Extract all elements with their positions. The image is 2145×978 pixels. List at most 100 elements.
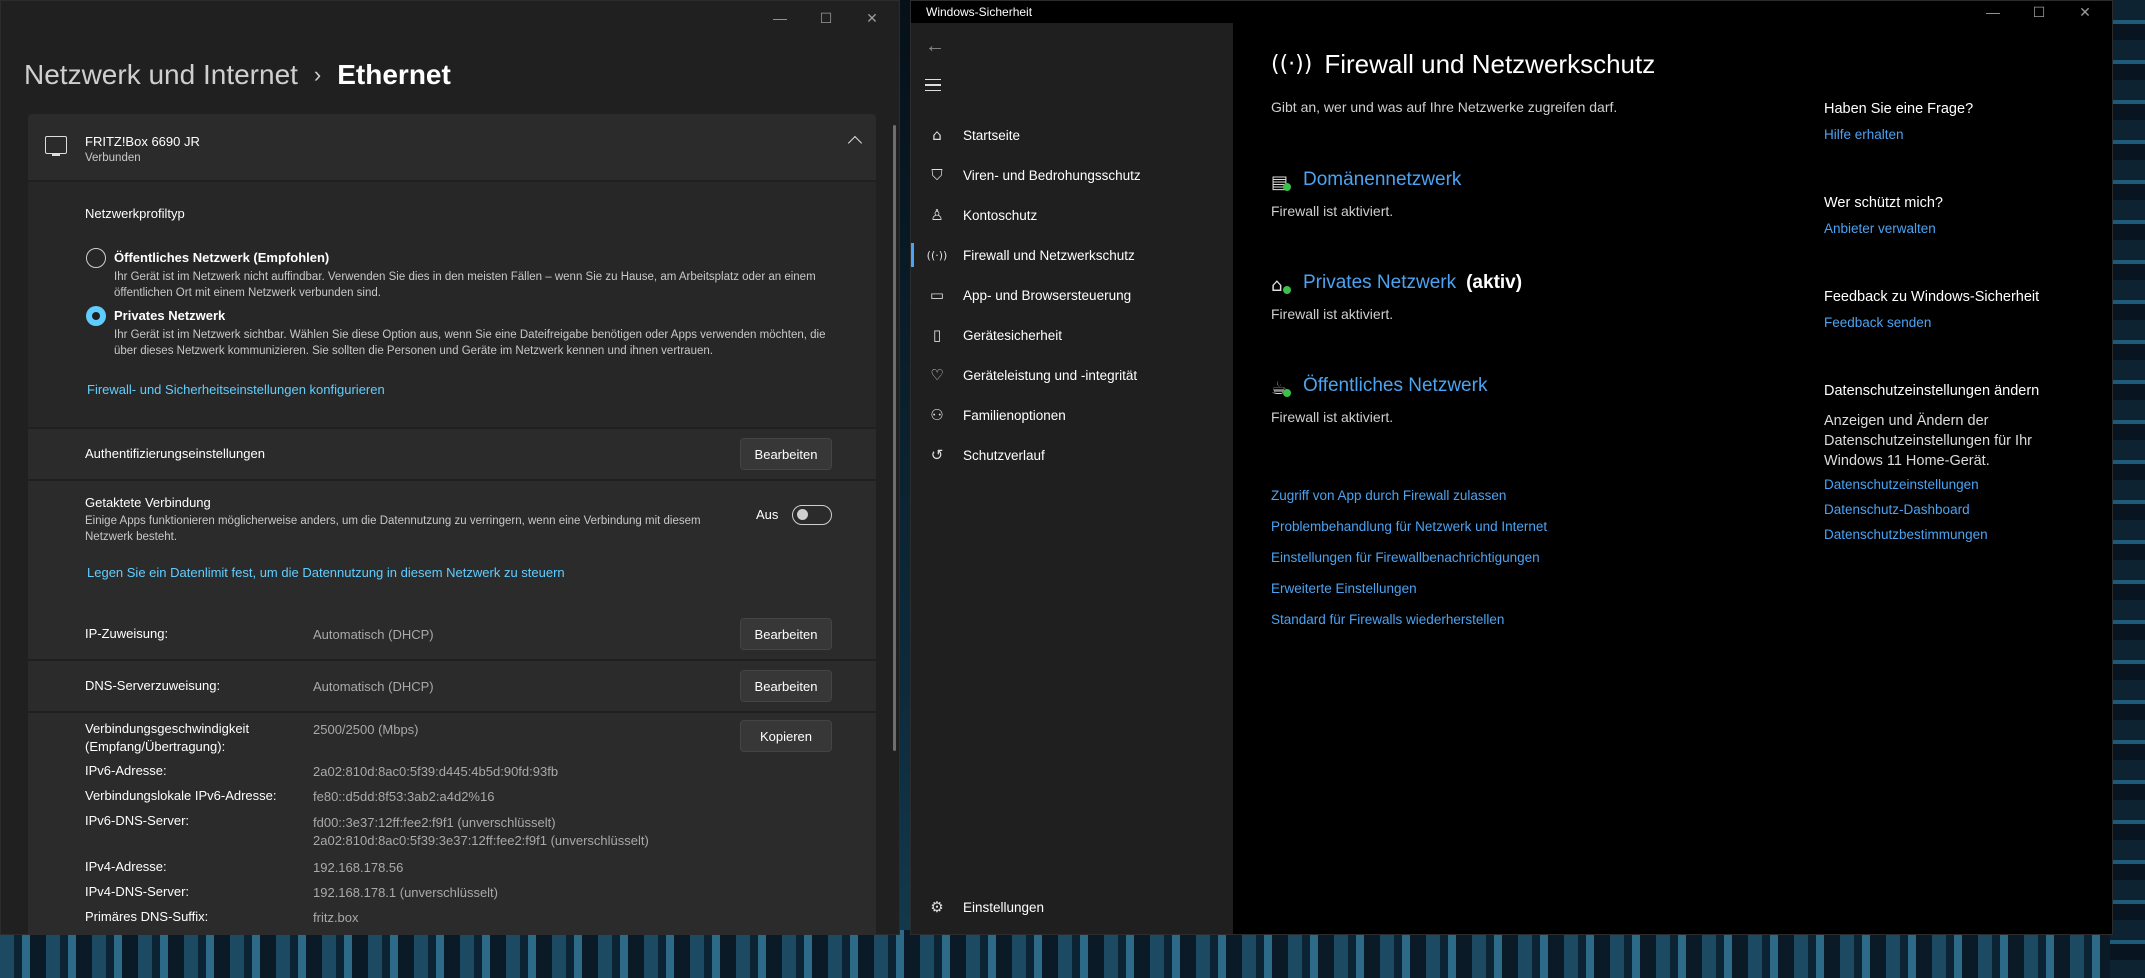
speed-label-line1: Verbindungsgeschwindigkeit bbox=[85, 721, 250, 736]
hamburger-menu-icon[interactable] bbox=[925, 79, 941, 91]
auth-settings-label: Authentifizierungseinstellungen bbox=[85, 446, 265, 461]
privacy-settings-link[interactable]: Datenschutzeinstellungen bbox=[1824, 477, 2064, 492]
send-feedback-link[interactable]: Feedback senden bbox=[1824, 315, 2084, 330]
history-icon: ↺ bbox=[930, 446, 944, 464]
settings-scrollbar[interactable] bbox=[893, 125, 896, 751]
dns-assignment-row: DNS-Serverzuweisung: Automatisch (DHCP) … bbox=[28, 661, 876, 711]
nav-item-device-performance[interactable]: ♡ Geräteleistung und -integrität bbox=[911, 355, 1233, 395]
nav-item-virus-protection[interactable]: ⛉ Viren- und Bedrohungsschutz bbox=[911, 155, 1233, 195]
ethernet-panel: FRITZ!Box 6690 JR Verbunden Netzwerkprof… bbox=[28, 114, 876, 934]
allow-app-firewall-link[interactable]: Zugriff von App durch Firewall zulassen bbox=[1271, 488, 1506, 503]
chevron-up-icon[interactable] bbox=[847, 135, 863, 151]
back-arrow-icon[interactable]: ← bbox=[925, 35, 945, 58]
close-icon[interactable]: ✕ bbox=[2062, 1, 2108, 27]
network-name-text: Privates Netzwerk bbox=[1303, 272, 1457, 293]
private-network-title: Privates Netzwerk bbox=[114, 308, 226, 323]
maximize-icon[interactable]: ☐ bbox=[803, 3, 849, 33]
data-limit-link[interactable]: Legen Sie ein Datenlimit fest, um die Da… bbox=[87, 565, 565, 580]
get-help-link[interactable]: Hilfe erhalten bbox=[1824, 127, 2084, 142]
private-network-desc: Ihr Gerät ist im Netzwerk sichtbar. Wähl… bbox=[114, 329, 826, 357]
help-heading: Haben Sie eine Frage? bbox=[1824, 101, 1974, 117]
provider-heading: Wer schützt mich? bbox=[1824, 195, 1943, 211]
restore-defaults-link[interactable]: Standard für Firewalls wiederherstellen bbox=[1271, 612, 1504, 627]
feedback-heading: Feedback zu Windows-Sicherheit bbox=[1824, 289, 2040, 305]
check-badge-icon bbox=[1283, 286, 1291, 294]
firewall-settings-link[interactable]: Firewall- und Sicherheitseinstellungen k… bbox=[87, 382, 385, 397]
dns-edit-button[interactable]: Bearbeiten bbox=[740, 670, 832, 702]
page-title: Ethernet bbox=[337, 59, 451, 90]
breadcrumb-parent[interactable]: Netzwerk und Internet bbox=[24, 59, 298, 91]
breadcrumb: Netzwerk und Internet › Ethernet bbox=[24, 59, 451, 91]
gear-icon: ⚙ bbox=[930, 898, 944, 916]
private-network-icon: ⌂ bbox=[1271, 275, 1283, 296]
antenna-icon: ((·)) bbox=[926, 248, 948, 262]
link-local-ipv6-label: Verbindungslokale IPv6-Adresse: bbox=[85, 788, 277, 803]
nav-item-device-security[interactable]: ▯ Gerätesicherheit bbox=[911, 315, 1233, 355]
desktop-wallpaper-edge bbox=[2110, 0, 2145, 978]
settings-caption-buttons: — ☐ ✕ bbox=[757, 3, 895, 33]
network-name[interactable]: Domänennetzwerk bbox=[1303, 169, 1461, 191]
network-profile-section: Netzwerkprofiltyp Öffentliches Netzwerk … bbox=[28, 182, 876, 427]
link-local-ipv6-value: fe80::d5dd:8f53:3ab2:a4d2%16 bbox=[313, 789, 495, 804]
shield-icon: ⛉ bbox=[931, 166, 943, 184]
manage-providers-link[interactable]: Anbieter verwalten bbox=[1824, 221, 2084, 236]
firewall-notifications-link[interactable]: Einstellungen für Firewallbenachrichtigu… bbox=[1271, 550, 1540, 565]
nav-item-label: Firewall und Netzwerkschutz bbox=[963, 247, 1135, 263]
nav-item-history[interactable]: ↺ Schutzverlauf bbox=[911, 435, 1233, 475]
privacy-dashboard-link[interactable]: Datenschutz-Dashboard bbox=[1824, 502, 2064, 517]
metered-toggle-label: Aus bbox=[756, 507, 779, 522]
nav-item-app-browser[interactable]: ▭ App- und Browsersteuerung bbox=[911, 275, 1233, 315]
chevron-right-icon: › bbox=[313, 62, 322, 87]
ip-edit-button[interactable]: Bearbeiten bbox=[740, 618, 832, 650]
ipv6-label: IPv6-Adresse: bbox=[85, 763, 167, 778]
feedback-section: Feedback zu Windows-Sicherheit Feedback … bbox=[1824, 289, 2084, 330]
nav-item-label: Schutzverlauf bbox=[963, 447, 1045, 463]
browser-window-icon: ▭ bbox=[929, 286, 945, 304]
minimize-icon[interactable]: — bbox=[1970, 1, 2016, 27]
device-icon: ▯ bbox=[932, 326, 942, 344]
maximize-icon[interactable]: ☐ bbox=[2016, 1, 2062, 27]
minimize-icon[interactable]: — bbox=[757, 3, 803, 33]
connection-properties: Verbindungsgeschwindigkeit (Empfang/Über… bbox=[28, 713, 876, 934]
desktop-wallpaper bbox=[0, 930, 2145, 978]
auth-edit-button[interactable]: Bearbeiten bbox=[740, 438, 832, 470]
troubleshoot-link[interactable]: Problembehandlung für Netzwerk und Inter… bbox=[1271, 519, 1547, 534]
public-network-radio[interactable] bbox=[86, 248, 106, 268]
private-network-tile[interactable]: ⌂ Privates Netzwerk (aktiv) Firewall ist … bbox=[1271, 272, 1671, 332]
public-network-title: Öffentliches Netzwerk (Empfohlen) bbox=[114, 250, 330, 265]
advanced-settings-link[interactable]: Erweiterte Einstellungen bbox=[1271, 581, 1417, 596]
nav-item-home[interactable]: ⌂ Startseite bbox=[911, 115, 1233, 155]
ipv4-dns-value: 192.168.178.1 (unverschlüsselt) bbox=[313, 885, 499, 900]
nav-item-account-protection[interactable]: ♙ Kontoschutz bbox=[911, 195, 1233, 235]
copy-button[interactable]: Kopieren bbox=[740, 720, 832, 752]
public-network-tile[interactable]: ☕ Öffentliches Netzwerk Firewall ist akt… bbox=[1271, 375, 1671, 435]
security-window: Windows-Sicherheit — ☐ ✕ ← ⌂ Startseite … bbox=[910, 0, 2113, 935]
privacy-section: Datenschutzeinstellungen ändern Anzeigen… bbox=[1824, 383, 2064, 542]
nav-item-label: App- und Browsersteuerung bbox=[963, 287, 1132, 303]
nav-item-settings[interactable]: ⚙ Einstellungen bbox=[911, 887, 1233, 927]
close-icon[interactable]: ✕ bbox=[849, 3, 895, 33]
security-titlebar[interactable]: Windows-Sicherheit bbox=[911, 1, 2112, 23]
network-name[interactable]: Öffentliches Netzwerk bbox=[1303, 375, 1487, 397]
network-name[interactable]: Privates Netzwerk (aktiv) bbox=[1303, 272, 1522, 294]
metered-toggle[interactable] bbox=[792, 505, 832, 525]
page-header: ((·)) Firewall und Netzwerkschutz bbox=[1271, 49, 1655, 80]
person-icon: ♙ bbox=[930, 206, 944, 224]
nav-item-label: Geräteleistung und -integrität bbox=[963, 367, 1138, 383]
nav-item-label: Kontoschutz bbox=[963, 207, 1038, 223]
nav-item-label: Viren- und Bedrohungsschutz bbox=[963, 167, 1141, 183]
nav-item-label: Familienoptionen bbox=[963, 407, 1066, 423]
nav-item-family[interactable]: ⚇ Familienoptionen bbox=[911, 395, 1233, 435]
adapter-header[interactable]: FRITZ!Box 6690 JR Verbunden bbox=[28, 114, 876, 180]
nav-item-firewall[interactable]: ((·)) Firewall und Netzwerkschutz bbox=[911, 235, 1233, 275]
domain-network-tile[interactable]: ▤ Domänennetzwerk Firewall ist aktiviert… bbox=[1271, 169, 1671, 229]
private-network-radio[interactable] bbox=[86, 306, 106, 326]
active-tag: (aktiv) bbox=[1466, 272, 1523, 293]
nav-item-label: Gerätesicherheit bbox=[963, 327, 1063, 343]
security-caption-buttons: — ☐ ✕ bbox=[1970, 1, 2108, 27]
privacy-statement-link[interactable]: Datenschutzbestimmungen bbox=[1824, 527, 2064, 542]
ipv6-dns-label: IPv6-DNS-Server: bbox=[85, 813, 190, 828]
ipv6-dns-value-1: fd00::3e37:12ff:fee2:f9f1 (unverschlüsse… bbox=[313, 815, 556, 830]
settings-window: — ☐ ✕ Netzwerk und Internet › Ethernet F… bbox=[0, 0, 900, 935]
window-title: Windows-Sicherheit bbox=[926, 5, 1033, 19]
